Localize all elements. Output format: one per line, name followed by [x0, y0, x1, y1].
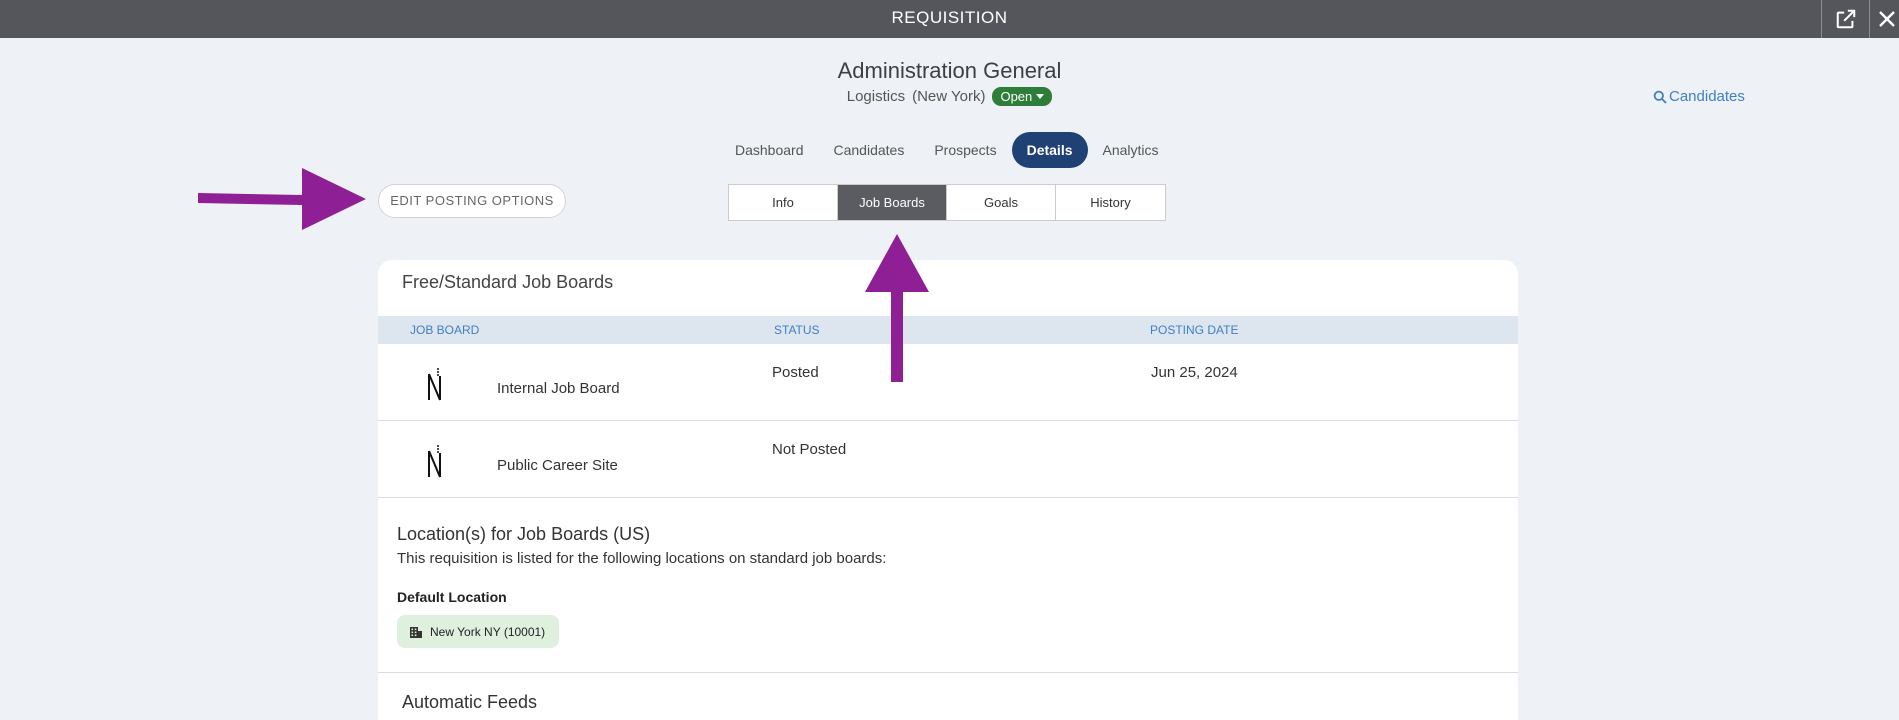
- annotation-arrow-up-icon: [865, 234, 929, 382]
- main-tabs: Dashboard Candidates Prospects Details A…: [720, 132, 1174, 168]
- caret-down-icon: [1036, 94, 1045, 99]
- requisition-title: Administration General: [837, 58, 1062, 83]
- tab-details[interactable]: Details: [1011, 132, 1088, 168]
- close-icon: [1879, 11, 1895, 27]
- candidates-search-link[interactable]: Candidates: [1653, 88, 1745, 105]
- board-logo-icon: [428, 368, 441, 401]
- automatic-feeds-title: Automatic Feeds: [402, 692, 538, 712]
- column-job-board: JOB BOARD: [410, 323, 480, 337]
- search-icon: [1653, 90, 1667, 104]
- locations-description: This requisition is listed for the follo…: [397, 550, 887, 567]
- requisition-subtitle: Logistics (New York) Open: [0, 87, 1899, 106]
- subtab-goals[interactable]: Goals: [947, 185, 1056, 220]
- edit-posting-options-button[interactable]: EDIT POSTING OPTIONS: [378, 184, 566, 218]
- status-label: Open: [1000, 89, 1033, 104]
- default-location-label: Default Location: [397, 589, 507, 605]
- free-boards-title: Free/Standard Job Boards: [402, 272, 614, 292]
- subtab-job-boards[interactable]: Job Boards: [838, 185, 947, 220]
- section-divider: [378, 672, 1518, 673]
- building-icon: [410, 626, 422, 638]
- default-location-value: New York NY (10001): [430, 624, 546, 639]
- job-boards-table-header: JOB BOARD STATUS POSTING DATE: [378, 316, 1518, 344]
- department-label: Logistics: [846, 88, 906, 105]
- board-posting-date: Jun 25, 2024: [1151, 364, 1238, 381]
- board-name: Public Career Site: [497, 457, 618, 474]
- locations-title: Location(s) for Job Boards (US): [397, 524, 651, 544]
- tab-candidates[interactable]: Candidates: [819, 132, 920, 168]
- detail-sub-tabs: Info Job Boards Goals History: [728, 184, 1166, 221]
- annotation-arrow-right-icon: [198, 168, 366, 230]
- window-titlebar: REQUISITION: [0, 0, 1899, 38]
- tab-prospects[interactable]: Prospects: [919, 132, 1011, 168]
- subtab-history[interactable]: History: [1056, 185, 1165, 220]
- table-row[interactable]: Public Career Site Not Posted: [378, 421, 1518, 498]
- board-name: Internal Job Board: [497, 380, 620, 397]
- board-logo-icon: [428, 445, 441, 478]
- status-dropdown[interactable]: Open: [992, 87, 1053, 106]
- tab-analytics[interactable]: Analytics: [1088, 132, 1174, 168]
- board-status: Posted: [772, 364, 819, 381]
- candidates-link-label: Candidates: [1669, 88, 1745, 105]
- column-posting-date: POSTING DATE: [1150, 323, 1239, 337]
- subtab-info[interactable]: Info: [729, 185, 838, 220]
- default-location-chip: New York NY (10001): [397, 615, 560, 648]
- tab-dashboard[interactable]: Dashboard: [720, 132, 819, 168]
- board-status: Not Posted: [772, 441, 847, 458]
- window-title: REQUISITION: [891, 8, 1008, 27]
- location-label: (New York): [912, 88, 986, 105]
- column-status: STATUS: [774, 323, 820, 337]
- external-link-icon: [1836, 9, 1855, 29]
- open-new-window-button[interactable]: [1821, 0, 1869, 38]
- close-button[interactable]: [1869, 0, 1899, 38]
- table-row[interactable]: Internal Job Board Posted Jun 25, 2024: [378, 344, 1518, 421]
- job-boards-panel: Free/Standard Job Boards JOB BOARD STATU…: [378, 260, 1518, 720]
